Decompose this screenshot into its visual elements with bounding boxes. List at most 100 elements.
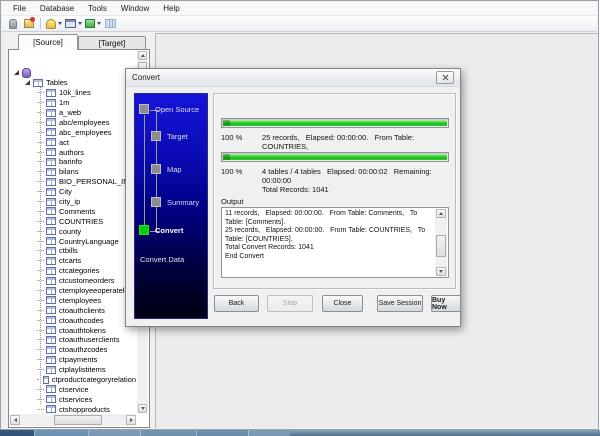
dialog-title: Convert bbox=[132, 73, 161, 82]
tree-item-table[interactable]: county bbox=[11, 226, 136, 236]
tree-item-table[interactable]: ctcustomeorders bbox=[11, 276, 136, 286]
tree-item-table[interactable]: ctoauthclients bbox=[11, 305, 136, 315]
wizard-sidebar: Open Source Target Map Summary Convert C… bbox=[134, 93, 208, 319]
tree-item-table[interactable]: bilans bbox=[11, 167, 136, 177]
tree-item-table[interactable]: ctcarts bbox=[11, 256, 136, 266]
table-icon bbox=[46, 207, 56, 216]
close-button[interactable]: Close bbox=[322, 295, 363, 312]
tree-item-table[interactable]: ctservice bbox=[11, 385, 136, 395]
scroll-down-icon[interactable] bbox=[436, 267, 446, 276]
scroll-up-icon[interactable] bbox=[138, 51, 147, 60]
tree-item-table[interactable]: act bbox=[11, 137, 136, 147]
tree-item-table[interactable]: ctpayments bbox=[11, 355, 136, 365]
table-icon bbox=[46, 395, 56, 404]
tree-item-table[interactable]: ctproductcategoryrelation bbox=[11, 375, 136, 385]
table-icon bbox=[46, 118, 56, 127]
table-icon bbox=[46, 355, 56, 364]
tree-item-table[interactable]: 10k_lines bbox=[11, 88, 136, 98]
tree-item-table[interactable]: ctservices bbox=[11, 394, 136, 404]
step-marker-icon bbox=[151, 197, 161, 207]
tree-item-table[interactable]: a_web bbox=[11, 108, 136, 118]
total-progress-bar bbox=[221, 152, 449, 162]
disconnect-icon[interactable] bbox=[21, 17, 36, 31]
output-line: Total Convert Records: 1041 bbox=[225, 244, 314, 252]
table-icon bbox=[46, 345, 56, 354]
expander-icon[interactable] bbox=[25, 80, 30, 86]
menu-item[interactable]: Window bbox=[114, 3, 156, 14]
total-progress-detail: 100 % 4 tables / 4 tables Elapsed: 00:00… bbox=[221, 167, 434, 194]
tree-horizontal-scrollbar[interactable] bbox=[10, 414, 136, 426]
wizard-caption: Convert Data bbox=[140, 255, 185, 264]
database-icon bbox=[22, 68, 31, 78]
menu-item[interactable]: Help bbox=[156, 3, 186, 14]
tab-target[interactable]: [Target] bbox=[78, 36, 146, 50]
tab-source[interactable]: [Source] bbox=[18, 34, 78, 50]
step-marker-icon bbox=[151, 164, 161, 174]
output-textbox[interactable]: 11 records, Elapsed: 00:00:00. From Tabl… bbox=[221, 207, 449, 278]
data-grid-icon[interactable] bbox=[103, 17, 118, 31]
tree-item-table[interactable]: ctoauthtokens bbox=[11, 325, 136, 335]
buy-now-button[interactable]: Buy Now bbox=[431, 295, 461, 312]
connect-icon[interactable] bbox=[5, 17, 20, 31]
scroll-up-icon[interactable] bbox=[436, 209, 446, 218]
tree-item-table[interactable]: ctoauthcodes bbox=[11, 315, 136, 325]
tree-item-table[interactable]: barinfo bbox=[11, 157, 136, 167]
close-icon[interactable] bbox=[436, 71, 454, 84]
table-icon bbox=[46, 157, 56, 166]
scrollbar-thumb[interactable] bbox=[436, 235, 446, 257]
tree-item-table[interactable]: ctplaylistitems bbox=[11, 365, 136, 375]
tree-item-table[interactable]: ctoauthzcodes bbox=[11, 345, 136, 355]
table-icon bbox=[42, 375, 49, 384]
tree-item-table[interactable]: ctshopproducts bbox=[11, 404, 136, 414]
back-button[interactable]: Back bbox=[214, 295, 259, 312]
tree-item-table[interactable]: ctcategories bbox=[11, 266, 136, 276]
screen: File Database Tools Window Help [Source]… bbox=[0, 0, 600, 436]
table-icon bbox=[46, 187, 56, 196]
tree-item-table[interactable]: ctemployees bbox=[11, 295, 136, 305]
table-progress-bar bbox=[221, 118, 449, 128]
wizard-step: Target bbox=[151, 131, 188, 141]
total-progress-percent: 100 % bbox=[221, 167, 243, 176]
tree-item-table[interactable]: BIO_PERSONAL_INF bbox=[11, 177, 136, 187]
tree-item-table[interactable]: CountryLanguage bbox=[11, 236, 136, 246]
convert-wizard-icon[interactable] bbox=[84, 17, 102, 31]
tree-item-table[interactable]: ctbills bbox=[11, 246, 136, 256]
output-line: 25 records, Elapsed: 00:00:00. From Tabl… bbox=[225, 227, 427, 243]
tree-item-table[interactable]: City bbox=[11, 187, 136, 197]
table-icon bbox=[46, 335, 56, 344]
windows-taskbar[interactable] bbox=[0, 430, 600, 436]
tree-node-tables[interactable]: Tables bbox=[11, 78, 136, 88]
table-icon bbox=[46, 326, 56, 335]
dropdown-arrow-icon bbox=[97, 22, 101, 25]
tree-item-table[interactable]: ctoauthuserclients bbox=[11, 335, 136, 345]
tree-root-database[interactable] bbox=[11, 68, 136, 78]
menu-item[interactable]: Database bbox=[33, 3, 81, 14]
tree-item-table[interactable]: authors bbox=[11, 147, 136, 157]
output-line: End Convert bbox=[225, 252, 264, 260]
table-icon bbox=[46, 177, 56, 186]
dialog-titlebar[interactable]: Convert bbox=[126, 69, 460, 87]
table-icon bbox=[46, 217, 56, 226]
dropdown-arrow-icon bbox=[78, 22, 82, 25]
open-database-icon[interactable] bbox=[45, 17, 63, 31]
menu-item[interactable]: Tools bbox=[81, 3, 114, 14]
expander-icon[interactable] bbox=[14, 70, 19, 76]
tree-item-table[interactable]: city_ip bbox=[11, 197, 136, 207]
scroll-down-icon[interactable] bbox=[138, 404, 147, 413]
tree-item-table[interactable]: ctemployeeoperatelog bbox=[11, 286, 136, 296]
scroll-right-icon[interactable] bbox=[126, 415, 136, 425]
tree-item-table[interactable]: Comments bbox=[11, 206, 136, 216]
menu-item[interactable]: File bbox=[6, 3, 33, 14]
schema-view-icon[interactable] bbox=[64, 17, 83, 31]
table-icon bbox=[46, 197, 56, 206]
tree-item-table[interactable]: COUNTRIES bbox=[11, 216, 136, 226]
tree-item-table[interactable]: abc_employees bbox=[11, 127, 136, 137]
table-icon bbox=[46, 167, 56, 176]
output-vertical-scrollbar[interactable] bbox=[435, 209, 447, 276]
scrollbar-thumb[interactable] bbox=[54, 415, 102, 425]
tree-item-table[interactable]: 1m bbox=[11, 98, 136, 108]
scroll-left-icon[interactable] bbox=[10, 415, 20, 425]
tree-item-table[interactable]: abc/employees bbox=[11, 117, 136, 127]
save-session-button[interactable]: Save Session bbox=[377, 295, 423, 312]
table-icon bbox=[46, 306, 56, 315]
